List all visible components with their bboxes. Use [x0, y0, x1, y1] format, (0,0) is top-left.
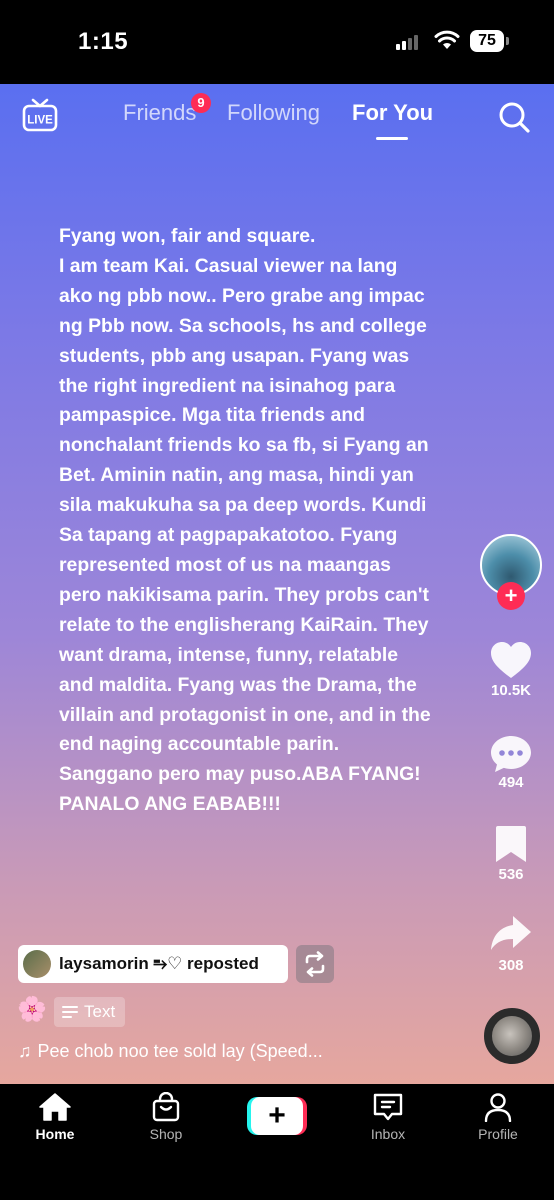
tab-for-you[interactable]: For You — [352, 100, 433, 126]
tab-profile[interactable]: Profile — [453, 1092, 543, 1142]
music-disc[interactable] — [484, 1008, 540, 1064]
reposter-avatar — [23, 950, 51, 978]
caption-line: pampaspice. Mga tita friends and — [59, 404, 366, 427]
active-tab-indicator — [376, 137, 408, 140]
svg-text:LIVE: LIVE — [27, 115, 53, 127]
caption-line: represented most of us na maangas — [59, 553, 391, 576]
caption-line: Sanggano pero may puso.ABA FYANG! — [59, 763, 421, 786]
tab-following[interactable]: Following — [227, 100, 320, 126]
search-icon[interactable] — [497, 100, 531, 134]
caption-line: sila makukuha sa pa deep words. Kundi — [59, 494, 427, 517]
create-button[interactable]: + — [247, 1097, 307, 1135]
tab-home[interactable]: Home — [10, 1092, 100, 1142]
inbox-icon — [373, 1093, 403, 1121]
caption-line: nonchalant friends ko sa fb, si Fyang an — [59, 434, 429, 457]
wifi-icon — [434, 30, 460, 49]
battery-indicator: 75 — [470, 30, 504, 52]
follow-button[interactable]: + — [497, 582, 525, 610]
heart-icon[interactable] — [489, 640, 533, 680]
tab-friends[interactable]: Friends — [123, 100, 196, 126]
post-caption-text: Fyang won, fair and square. I am team Ka… — [59, 222, 479, 820]
status-bar: 1:15 75 — [0, 0, 554, 84]
save-count: 536 — [498, 866, 524, 883]
caption-line: and maldita. Fyang was the Drama, the — [59, 673, 417, 696]
flower-emoji: 🌸 — [17, 996, 47, 1023]
caption-line: PANALO ANG EABAB!!! — [59, 793, 281, 816]
caption-line: Fyang won, fair and square. — [59, 225, 316, 247]
home-icon — [39, 1093, 71, 1121]
bookmark-icon[interactable] — [489, 824, 533, 864]
caption-line: Bet. Aminin natin, ang masa, hindi yan — [59, 464, 414, 487]
battery-cap — [506, 37, 509, 45]
live-tv-icon[interactable]: LIVE — [22, 98, 58, 132]
tab-shop-label: Shop — [149, 1126, 183, 1142]
tab-home-label: Home — [35, 1126, 75, 1142]
top-nav: LIVE Friends 9 Following For You — [0, 84, 554, 148]
music-title: Pee chob noo tee sold lay (Speed... — [37, 1041, 323, 1061]
caption-line: relate to the englisherang KaiRain. They — [59, 613, 429, 636]
caption-line: want drama, intense, funny, relatable — [59, 643, 399, 666]
friends-notification-badge: 9 — [191, 93, 211, 113]
text-lines-icon — [62, 1005, 78, 1019]
caption-line: ng Pbb now. Sa schools, hs and college — [59, 314, 427, 337]
repost-text: laysamorin ⥱♡ reposted — [59, 954, 259, 973]
share-icon[interactable] — [489, 914, 533, 954]
caption-line: students, pbb ang usapan. Fyang was — [59, 344, 410, 367]
caption-line: ako ng pbb now.. Pero grabe ang impac — [59, 284, 425, 307]
like-count: 10.5K — [490, 682, 532, 699]
repost-icon[interactable] — [296, 945, 334, 983]
share-count: 308 — [498, 957, 524, 974]
caption-line: pero nakikisama parin. They probs can't — [59, 583, 429, 606]
status-time: 1:15 — [78, 28, 129, 55]
tab-inbox-label: Inbox — [370, 1126, 406, 1142]
profile-icon — [484, 1093, 512, 1122]
tab-shop[interactable]: Shop — [121, 1092, 211, 1142]
comment-count: 494 — [498, 774, 524, 791]
plus-icon: + — [251, 1097, 303, 1135]
music-track[interactable]: ♫ Pee chob noo tee sold lay (Speed... — [18, 1041, 323, 1062]
text-chip-label: Text — [84, 1002, 116, 1021]
bottom-tab-bar: Home Shop + Inbox Profile — [0, 1084, 554, 1200]
caption-line: I am team Kai. Casual viewer na lang — [59, 254, 398, 277]
tab-inbox[interactable]: Inbox — [343, 1092, 433, 1142]
caption-line: the right ingredient na isinahog para — [59, 374, 396, 397]
repost-label[interactable]: laysamorin ⥱♡ reposted — [18, 945, 288, 983]
tab-profile-label: Profile — [478, 1126, 518, 1142]
caption-line: villain and protagonist in one, and in t… — [59, 703, 431, 726]
cellular-signal-icon — [396, 34, 422, 50]
shopping-bag-icon — [152, 1092, 180, 1122]
text-post-chip[interactable]: Text — [54, 997, 126, 1027]
music-note-icon: ♫ — [18, 1041, 32, 1061]
caption-line: Sa tapang at pagpapakatotoo. Fyang — [59, 524, 398, 547]
video-feed[interactable]: LIVE Friends 9 Following For You Fyang w… — [0, 84, 554, 1084]
caption-line: end naging accountable parin. — [59, 733, 340, 756]
comment-icon[interactable] — [489, 734, 533, 774]
